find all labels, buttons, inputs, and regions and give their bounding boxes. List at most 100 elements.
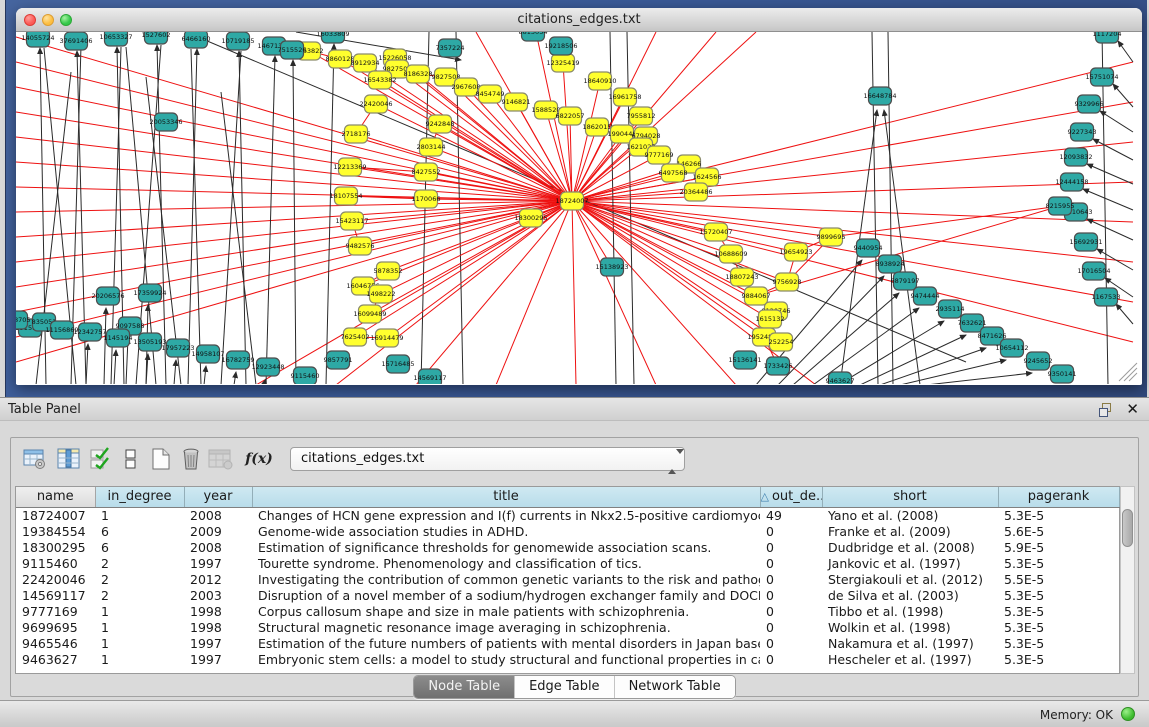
function-builder-icon[interactable]: f(x) [245, 445, 273, 473]
graph-node[interactable]: 15136141 [728, 351, 761, 369]
graph-node[interactable]: 10654112 [995, 339, 1028, 357]
graph-node[interactable]: 22420046 [359, 95, 392, 113]
resize-grip-icon[interactable] [1119, 363, 1137, 381]
graph-node[interactable]: 9463627 [826, 372, 855, 384]
graph-node[interactable]: 16033809 [316, 32, 349, 43]
graph-node[interactable]: 8938924 [876, 255, 905, 273]
graph-node[interactable]: 7625402 [341, 328, 370, 346]
graph-node[interactable]: 1733426 [764, 357, 793, 375]
node-table[interactable]: namein_degreeyeartitle△out_de...shortpag… [15, 486, 1120, 674]
graph-node[interactable]: 37691406 [59, 32, 92, 50]
graph-node[interactable]: 1170066 [412, 190, 441, 208]
network-view-window[interactable]: citations_edges.txt 18724007183002957663… [16, 8, 1142, 385]
graph-node[interactable]: 16648784 [863, 87, 896, 105]
graph-node[interactable]: 5878352 [374, 262, 403, 280]
graph-node[interactable]: 8215955 [1046, 197, 1075, 215]
graph-node[interactable]: 15138923 [595, 258, 628, 276]
graph-node[interactable]: 1527602 [142, 32, 171, 44]
graph-node[interactable]: 16782759 [221, 351, 254, 369]
graph-node[interactable]: 8454749 [476, 85, 505, 103]
graph-node[interactable]: 14958107 [191, 345, 224, 363]
graph-node[interactable]: 20206576 [91, 287, 124, 305]
graph-node[interactable]: 6466160 [182, 32, 211, 48]
graph-node[interactable]: 18724007 [555, 192, 588, 210]
row-height-icon[interactable] [117, 445, 145, 473]
graph-node[interactable]: 17957223 [161, 339, 194, 357]
float-panel-icon[interactable] [1099, 403, 1113, 417]
table-row[interactable]: 1872400712008Changes of HCN gene express… [16, 507, 1119, 523]
graph-node[interactable]: 10653327 [99, 32, 132, 46]
graph-node[interactable]: 15423117 [335, 212, 368, 230]
graph-node[interactable]: 17359924 [133, 284, 166, 302]
graph-node[interactable]: 18300295 [514, 209, 547, 227]
tab-network-table[interactable]: Network Table [615, 676, 735, 698]
graph-node[interactable]: 7357224 [436, 39, 465, 57]
network-graph-canvas[interactable]: 1872400718300295766382288601288912934152… [16, 32, 1140, 384]
column-header-year[interactable]: year [184, 487, 252, 507]
graph-node[interactable]: 17016504 [1077, 262, 1110, 280]
graph-node[interactable]: 9227343 [1068, 123, 1097, 141]
delete-icon[interactable] [177, 445, 205, 473]
table-row[interactable]: 1938455462009Genome-wide association stu… [16, 523, 1119, 539]
graph-node[interactable]: 9756928 [773, 273, 802, 291]
tab-edge-table[interactable]: Edge Table [515, 676, 614, 698]
graph-node[interactable]: 252254 [769, 333, 794, 351]
graph-node[interactable]: 9242848 [426, 115, 455, 133]
graph-node[interactable]: 6822057 [556, 107, 585, 125]
scrollbar-thumb[interactable] [1122, 509, 1133, 547]
table-row[interactable]: 1830029562008Estimation of significance … [16, 539, 1119, 555]
column-header-pagerank[interactable]: pagerank [998, 487, 1119, 507]
graph-node[interactable]: 19218506 [544, 37, 577, 55]
graph-node[interactable]: 18107554 [329, 187, 362, 205]
graph-node[interactable]: 18640910 [583, 72, 616, 90]
graph-node[interactable]: 6879197 [891, 272, 920, 290]
graph-node[interactable]: 1145194 [104, 329, 133, 347]
graph-node[interactable]: 16099489 [353, 305, 386, 323]
graph-node[interactable]: 7515526 [278, 41, 307, 59]
graph-node[interactable]: 9777169 [645, 146, 674, 164]
table-row[interactable]: 1456911722003Disruption of a novel membe… [16, 587, 1119, 603]
graph-node[interactable]: 1498222 [367, 285, 396, 303]
graph-node[interactable]: 12325419 [546, 54, 579, 72]
graph-node[interactable]: 2718176 [342, 125, 371, 143]
graph-node[interactable]: 2803144 [417, 138, 446, 156]
graph-node[interactable]: 16914479 [370, 329, 403, 347]
graph-node[interactable]: 1615132 [756, 310, 785, 328]
table-row[interactable]: 977716911998Corpus callosum shape and si… [16, 603, 1119, 619]
column-header-title[interactable]: title [252, 487, 760, 507]
graph-node[interactable]: 8912934 [351, 54, 380, 72]
graph-node[interactable]: 9474444 [911, 287, 940, 305]
graph-node[interactable]: 15720407 [699, 223, 732, 241]
row-selection-icon[interactable] [87, 445, 115, 473]
graph-node[interactable]: 7955812 [627, 107, 656, 125]
graph-node[interactable]: 12342757 [73, 323, 106, 341]
graph-node[interactable]: 15692931 [1069, 233, 1102, 251]
graph-node[interactable]: 9245652 [1024, 352, 1053, 370]
graph-node[interactable]: 9350141 [1048, 365, 1077, 383]
graph-node[interactable]: 1167533 [1092, 288, 1121, 306]
graph-node[interactable]: 8186328 [404, 65, 433, 83]
graph-node[interactable]: 9440954 [854, 239, 883, 257]
tab-node-table[interactable]: Node Table [414, 676, 515, 698]
window-titlebar[interactable]: citations_edges.txt [16, 8, 1142, 32]
table-row[interactable]: 2242004622012Investigating the contribut… [16, 571, 1119, 587]
graph-node[interactable]: 16543382 [363, 71, 396, 89]
graph-node[interactable]: 10719185 [221, 32, 254, 50]
graph-node[interactable]: 15751074 [1085, 68, 1118, 86]
table-header-row[interactable]: namein_degreeyeartitle△out_de...shortpag… [16, 487, 1119, 507]
graph-node[interactable]: 16961758 [608, 88, 641, 106]
graph-node[interactable]: 9857791 [324, 351, 353, 369]
graph-node[interactable]: 6497568 [659, 164, 688, 182]
graph-node[interactable]: 15716485 [381, 355, 414, 373]
graph-node[interactable]: 12923448 [251, 358, 284, 376]
table-mode-icon[interactable] [21, 445, 49, 473]
graph-node[interactable]: 19654923 [779, 243, 812, 261]
graph-node[interactable]: 9146821 [502, 93, 531, 111]
graph-node[interactable]: 1117204 [1093, 32, 1122, 43]
table-row[interactable]: 969969511998Structural magnetic resonanc… [16, 619, 1119, 635]
graph-node[interactable]: 14569117 [413, 369, 446, 384]
table-row[interactable]: 946362711997Embryonic stem cells: a mode… [16, 651, 1119, 667]
graph-node[interactable]: 20364486 [679, 183, 712, 201]
column-header-out_de[interactable]: △out_de... [760, 487, 822, 507]
graph-node[interactable]: 9482576 [346, 237, 375, 255]
